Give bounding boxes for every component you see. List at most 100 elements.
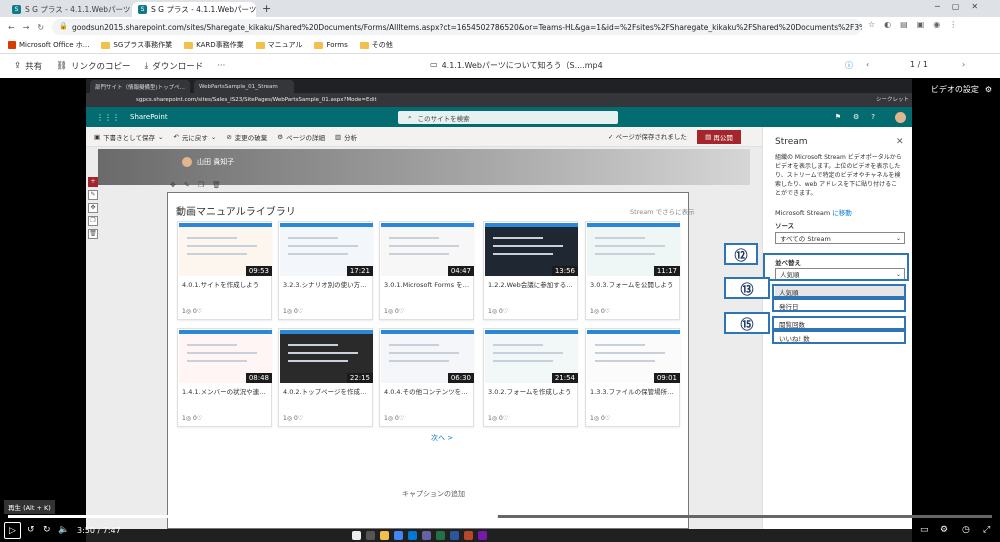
video-thumbnail: 22:15	[280, 330, 373, 383]
download-label: ダウンロード	[152, 62, 204, 72]
powerpoint-icon	[464, 531, 473, 540]
video-stats: 1◎ 0♡	[488, 415, 509, 422]
share-button[interactable]: ⇪ 共有	[14, 60, 42, 72]
window-controls[interactable]: ─▢✕	[935, 2, 990, 11]
browser-tab-1[interactable]: S S G プラス - 4.1.1.Webパーツについて ✕	[6, 2, 130, 17]
captions-icon[interactable]: ▭	[920, 525, 929, 535]
search-icon: ⌕	[408, 113, 412, 121]
video-card: 09:53 4.0.1.サイトを作成しよう 1◎ 0♡	[177, 221, 272, 320]
thumbnail-line	[288, 237, 338, 239]
thumbnail-line	[288, 360, 348, 362]
folder-icon	[255, 41, 265, 49]
video-stats: 1◎ 0♡	[488, 308, 509, 315]
new-tab-icon[interactable]: +	[262, 2, 271, 15]
onenote-icon	[478, 531, 487, 540]
header-icons: ⚑⚙?	[834, 113, 887, 121]
author-avatar	[182, 157, 192, 167]
bookmark-office[interactable]: Microsoft Office ホ...	[8, 40, 89, 50]
webpart-toolbar: ✥ ✎ ❐ 🗑	[170, 181, 221, 189]
thumbnail-header	[587, 330, 680, 334]
download-icon: ⤓	[144, 61, 149, 71]
folder-icon	[359, 41, 369, 49]
page-details-button: ⚙ ページの詳細	[277, 132, 325, 142]
reload-icon[interactable]: ↻	[37, 23, 44, 32]
recorded-taskbar	[86, 529, 912, 542]
more-icon[interactable]: ···	[217, 61, 225, 71]
source-label: ソース	[775, 222, 795, 230]
video-title: 4.0.4.その他コンテンツを変...	[384, 388, 472, 396]
play-button[interactable]: ▷	[4, 522, 21, 539]
video-card: 22:15 4.0.2.トップページを作成し... 1◎ 0♡	[278, 328, 373, 427]
bookmark-kard[interactable]: KARD事務作業	[184, 40, 244, 50]
bookmark-sg[interactable]: SGプラス事務作業	[101, 40, 172, 50]
next-page-link: 次へ >	[431, 434, 454, 442]
thumbnail-header	[381, 223, 474, 227]
callout-13: ⑬	[724, 277, 770, 299]
info-icon[interactable]: ⓘ	[845, 60, 853, 71]
speed-icon[interactable]: ◷	[962, 525, 970, 535]
thumbnail-line	[187, 360, 247, 362]
settings-icon[interactable]: ⚙	[940, 525, 948, 535]
bookmark-label: その他	[371, 41, 393, 49]
option-highlight-box	[772, 316, 906, 330]
thumbnail-line	[493, 360, 553, 362]
next-page-icon[interactable]: ›	[962, 60, 965, 69]
inner-url: sgpcs.sharepoint.com/sites/Sales_IS23/Si…	[136, 97, 377, 103]
source-value: すべての Stream	[780, 235, 831, 243]
callout-12: ⑫	[724, 243, 758, 265]
browser-tab-bar: S S G プラス - 4.1.1.Webパーツについて ✕ S S G プラス…	[0, 0, 1000, 17]
office-icon	[8, 41, 16, 49]
back-icon[interactable]: ←	[8, 23, 15, 32]
save-draft-button: ▣ 下書きとして保存 ⌄	[94, 132, 163, 142]
download-button[interactable]: ⤓ ダウンロード	[144, 60, 203, 72]
undo-button: ↶ 元に戻す ⌄	[173, 132, 216, 142]
teams-icon	[422, 531, 431, 540]
thumbnail-line	[595, 360, 655, 362]
video-thumbnail: 13:56	[485, 223, 578, 276]
site-search-box: ⌕ このサイトを検索	[398, 111, 618, 124]
delete-section-icon: 🗑	[88, 229, 98, 239]
video-card: 06:30 4.0.4.その他コンテンツを変... 1◎ 0♡	[379, 328, 474, 427]
browser-toolbar-icons[interactable]: ☆◐▤▣◉⋮	[868, 20, 966, 29]
save-draft-label: 下書きとして保存	[103, 133, 155, 142]
source-dropdown: すべての Stream ⌄	[775, 232, 905, 244]
fullscreen-icon[interactable]: ⤢	[983, 525, 990, 535]
copy-link-button[interactable]: ⛓ リンクのコピー	[56, 60, 130, 72]
url-field[interactable]: 🔒 goodsun2015.sharepoint.com/sites/Share…	[52, 19, 862, 35]
thumbnail-line	[288, 344, 338, 346]
share-label: 共有	[25, 62, 43, 72]
prev-page-icon[interactable]: ‹	[866, 60, 869, 69]
video-title: 3.0.1.Microsoft Forms を活用...	[384, 281, 472, 289]
page-counter: 1 / 1	[910, 60, 928, 69]
video-settings[interactable]: ビデオの設定 ⚙	[931, 84, 992, 95]
video-duration: 22:15	[346, 373, 373, 383]
time-display: 3:50 / 7:47	[77, 526, 121, 535]
rewind-10-icon[interactable]: ↺	[27, 525, 35, 535]
thumbnail-header	[280, 223, 373, 227]
recorded-screen: 部門サイト（情報擬備型)トップぺ... WebPartsSample_01_St…	[86, 79, 912, 529]
video-duration: 09:01	[653, 373, 680, 383]
lock-icon: 🔒	[59, 22, 68, 30]
volume-icon[interactable]: 🔈	[58, 525, 69, 535]
save-icon: ▣	[94, 132, 101, 141]
bookmarks-bar: Microsoft Office ホ... SGプラス事務作業 KARD事務作業…	[0, 37, 1000, 54]
sg-favicon: S	[138, 5, 147, 14]
bookmark-forms[interactable]: Forms	[314, 41, 348, 49]
publish-icon: ▤	[705, 133, 712, 141]
thumbnail-line	[288, 352, 358, 354]
browser-tab-2[interactable]: S S G プラス - 4.1.1.Webパーツに ✕	[132, 2, 256, 17]
thumbnail-line	[595, 344, 645, 346]
bookmark-other[interactable]: その他	[359, 40, 393, 50]
copy-link-label: リンクのコピー	[70, 62, 131, 72]
video-card: 04:47 3.0.1.Microsoft Forms を活用... 1◎ 0♡	[379, 221, 474, 320]
pane-description: 組織の Microsoft Stream ビデオポータルからビデオを表示します。…	[775, 154, 902, 197]
bookmark-manual[interactable]: マニュアル	[255, 40, 302, 50]
page-details-label: ページの詳細	[286, 133, 325, 142]
thumbnail-line	[187, 245, 257, 247]
close-icon: ✕	[896, 137, 904, 147]
discard-icon: ⊘	[226, 132, 232, 141]
seek-handle[interactable]	[489, 512, 498, 521]
forward-10-icon[interactable]: ↻	[43, 525, 51, 535]
sg-favicon: S	[12, 5, 21, 14]
forward-icon[interactable]: →	[23, 23, 30, 32]
